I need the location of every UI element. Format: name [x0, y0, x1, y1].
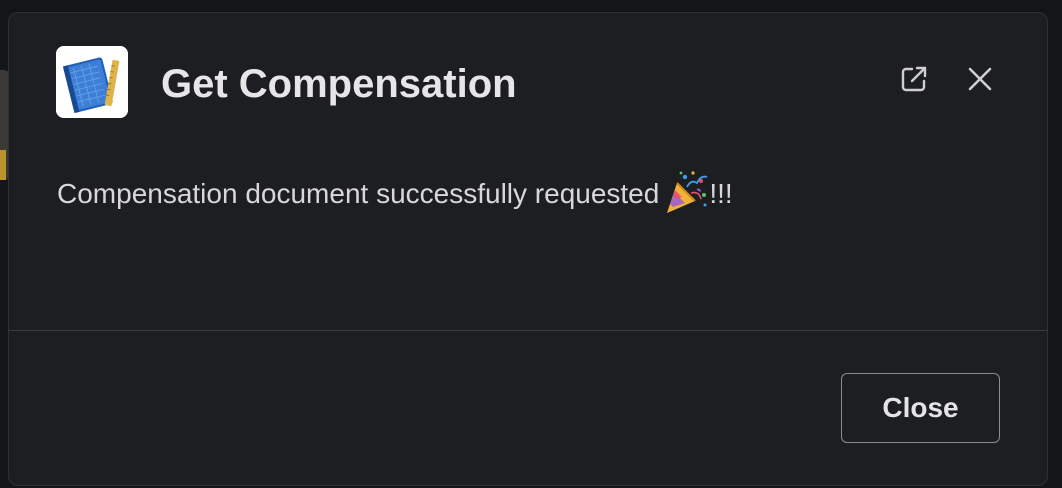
modal-title: Get Compensation — [161, 62, 517, 106]
background-accent — [0, 150, 6, 180]
external-link-icon — [899, 64, 929, 99]
modal-dialog: Get Compensation Compensation document s… — [8, 12, 1048, 486]
message-text: Compensation document successfully reque… — [57, 178, 660, 209]
close-x-button[interactable] — [960, 61, 1000, 101]
close-icon — [967, 66, 993, 97]
blueprint-book-icon — [56, 46, 128, 118]
close-button[interactable]: Close — [841, 373, 1000, 443]
party-popper-icon — [663, 169, 709, 215]
open-external-button[interactable] — [894, 61, 934, 101]
message-suffix: !!! — [709, 178, 733, 209]
success-message: Compensation document successfully reque… — [57, 169, 733, 215]
footer-divider — [9, 330, 1047, 331]
